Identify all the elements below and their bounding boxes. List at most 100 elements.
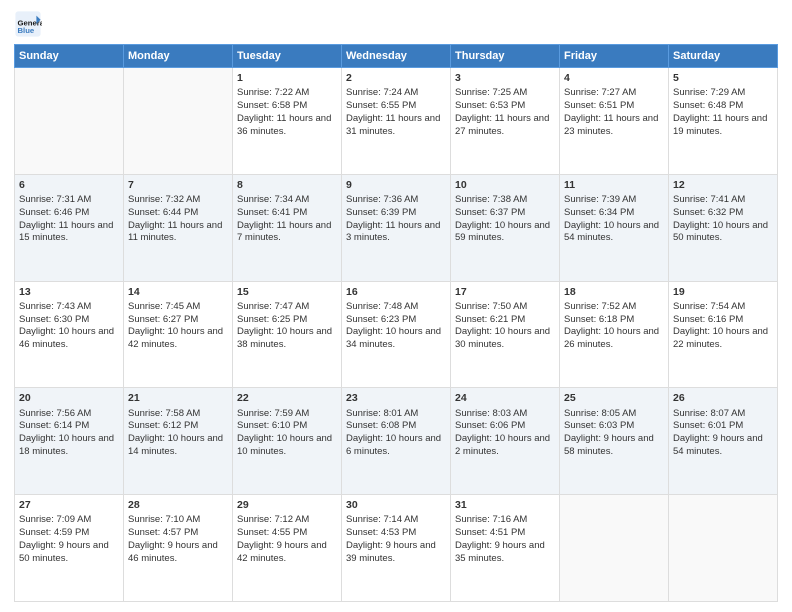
daylight-text: Daylight: 10 hours and 30 minutes. (455, 326, 555, 352)
calendar-cell: 15Sunrise: 7:47 AMSunset: 6:25 PMDayligh… (233, 281, 342, 388)
cell-content: 20Sunrise: 7:56 AMSunset: 6:14 PMDayligh… (19, 391, 119, 458)
calendar-cell: 13Sunrise: 7:43 AMSunset: 6:30 PMDayligh… (15, 281, 124, 388)
daylight-text: Daylight: 10 hours and 26 minutes. (564, 326, 664, 352)
cell-content: 18Sunrise: 7:52 AMSunset: 6:18 PMDayligh… (564, 285, 664, 352)
daylight-text: Daylight: 11 hours and 7 minutes. (237, 220, 337, 246)
calendar-cell: 4Sunrise: 7:27 AMSunset: 6:51 PMDaylight… (560, 68, 669, 175)
day-number: 19 (673, 285, 773, 299)
day-number: 17 (455, 285, 555, 299)
header: General Blue (14, 10, 778, 38)
weekday-header-wednesday: Wednesday (342, 45, 451, 68)
sunrise-text: Sunrise: 7:16 AM (455, 514, 555, 527)
calendar-cell: 10Sunrise: 7:38 AMSunset: 6:37 PMDayligh… (451, 174, 560, 281)
calendar: SundayMondayTuesdayWednesdayThursdayFrid… (14, 44, 778, 602)
cell-content: 14Sunrise: 7:45 AMSunset: 6:27 PMDayligh… (128, 285, 228, 352)
sunrise-text: Sunrise: 7:10 AM (128, 514, 228, 527)
page: General Blue SundayMondayTuesdayWednesda… (0, 0, 792, 612)
weekday-header-row: SundayMondayTuesdayWednesdayThursdayFrid… (15, 45, 778, 68)
sunset-text: Sunset: 6:41 PM (237, 207, 337, 220)
calendar-cell: 5Sunrise: 7:29 AMSunset: 6:48 PMDaylight… (669, 68, 778, 175)
calendar-cell: 6Sunrise: 7:31 AMSunset: 6:46 PMDaylight… (15, 174, 124, 281)
sunset-text: Sunset: 6:16 PM (673, 314, 773, 327)
sunrise-text: Sunrise: 7:41 AM (673, 194, 773, 207)
cell-content: 9Sunrise: 7:36 AMSunset: 6:39 PMDaylight… (346, 178, 446, 245)
cell-content: 23Sunrise: 8:01 AMSunset: 6:08 PMDayligh… (346, 391, 446, 458)
calendar-cell: 27Sunrise: 7:09 AMSunset: 4:59 PMDayligh… (15, 495, 124, 602)
week-row-2: 6Sunrise: 7:31 AMSunset: 6:46 PMDaylight… (15, 174, 778, 281)
day-number: 7 (128, 178, 228, 192)
calendar-cell: 19Sunrise: 7:54 AMSunset: 6:16 PMDayligh… (669, 281, 778, 388)
sunrise-text: Sunrise: 7:27 AM (564, 87, 664, 100)
calendar-cell: 24Sunrise: 8:03 AMSunset: 6:06 PMDayligh… (451, 388, 560, 495)
sunrise-text: Sunrise: 7:58 AM (128, 408, 228, 421)
cell-content: 25Sunrise: 8:05 AMSunset: 6:03 PMDayligh… (564, 391, 664, 458)
sunset-text: Sunset: 6:55 PM (346, 100, 446, 113)
sunset-text: Sunset: 6:06 PM (455, 420, 555, 433)
calendar-cell: 1Sunrise: 7:22 AMSunset: 6:58 PMDaylight… (233, 68, 342, 175)
sunset-text: Sunset: 6:32 PM (673, 207, 773, 220)
cell-content: 22Sunrise: 7:59 AMSunset: 6:10 PMDayligh… (237, 391, 337, 458)
sunrise-text: Sunrise: 7:43 AM (19, 301, 119, 314)
sunrise-text: Sunrise: 7:59 AM (237, 408, 337, 421)
day-number: 4 (564, 71, 664, 85)
sunrise-text: Sunrise: 7:14 AM (346, 514, 446, 527)
sunset-text: Sunset: 6:01 PM (673, 420, 773, 433)
daylight-text: Daylight: 10 hours and 42 minutes. (128, 326, 228, 352)
daylight-text: Daylight: 10 hours and 46 minutes. (19, 326, 119, 352)
day-number: 3 (455, 71, 555, 85)
sunrise-text: Sunrise: 7:29 AM (673, 87, 773, 100)
week-row-1: 1Sunrise: 7:22 AMSunset: 6:58 PMDaylight… (15, 68, 778, 175)
daylight-text: Daylight: 11 hours and 15 minutes. (19, 220, 119, 246)
sunrise-text: Sunrise: 7:38 AM (455, 194, 555, 207)
daylight-text: Daylight: 9 hours and 42 minutes. (237, 540, 337, 566)
daylight-text: Daylight: 10 hours and 14 minutes. (128, 433, 228, 459)
daylight-text: Daylight: 9 hours and 39 minutes. (346, 540, 446, 566)
sunset-text: Sunset: 6:08 PM (346, 420, 446, 433)
day-number: 18 (564, 285, 664, 299)
sunrise-text: Sunrise: 7:09 AM (19, 514, 119, 527)
sunset-text: Sunset: 6:53 PM (455, 100, 555, 113)
calendar-cell: 28Sunrise: 7:10 AMSunset: 4:57 PMDayligh… (124, 495, 233, 602)
daylight-text: Daylight: 11 hours and 19 minutes. (673, 113, 773, 139)
svg-text:Blue: Blue (18, 26, 35, 35)
day-number: 14 (128, 285, 228, 299)
sunrise-text: Sunrise: 7:12 AM (237, 514, 337, 527)
calendar-cell: 7Sunrise: 7:32 AMSunset: 6:44 PMDaylight… (124, 174, 233, 281)
cell-content: 10Sunrise: 7:38 AMSunset: 6:37 PMDayligh… (455, 178, 555, 245)
calendar-cell (669, 495, 778, 602)
sunrise-text: Sunrise: 7:24 AM (346, 87, 446, 100)
sunrise-text: Sunrise: 7:25 AM (455, 87, 555, 100)
week-row-5: 27Sunrise: 7:09 AMSunset: 4:59 PMDayligh… (15, 495, 778, 602)
sunrise-text: Sunrise: 7:56 AM (19, 408, 119, 421)
cell-content: 15Sunrise: 7:47 AMSunset: 6:25 PMDayligh… (237, 285, 337, 352)
sunrise-text: Sunrise: 7:39 AM (564, 194, 664, 207)
sunrise-text: Sunrise: 7:36 AM (346, 194, 446, 207)
cell-content: 28Sunrise: 7:10 AMSunset: 4:57 PMDayligh… (128, 498, 228, 565)
sunset-text: Sunset: 6:12 PM (128, 420, 228, 433)
daylight-text: Daylight: 10 hours and 50 minutes. (673, 220, 773, 246)
day-number: 16 (346, 285, 446, 299)
sunrise-text: Sunrise: 7:34 AM (237, 194, 337, 207)
weekday-header-saturday: Saturday (669, 45, 778, 68)
cell-content: 8Sunrise: 7:34 AMSunset: 6:41 PMDaylight… (237, 178, 337, 245)
day-number: 10 (455, 178, 555, 192)
sunrise-text: Sunrise: 7:52 AM (564, 301, 664, 314)
day-number: 12 (673, 178, 773, 192)
daylight-text: Daylight: 9 hours and 50 minutes. (19, 540, 119, 566)
cell-content: 17Sunrise: 7:50 AMSunset: 6:21 PMDayligh… (455, 285, 555, 352)
sunset-text: Sunset: 6:25 PM (237, 314, 337, 327)
sunset-text: Sunset: 4:59 PM (19, 527, 119, 540)
sunset-text: Sunset: 6:14 PM (19, 420, 119, 433)
cell-content: 7Sunrise: 7:32 AMSunset: 6:44 PMDaylight… (128, 178, 228, 245)
sunset-text: Sunset: 6:30 PM (19, 314, 119, 327)
sunset-text: Sunset: 6:44 PM (128, 207, 228, 220)
cell-content: 27Sunrise: 7:09 AMSunset: 4:59 PMDayligh… (19, 498, 119, 565)
day-number: 1 (237, 71, 337, 85)
daylight-text: Daylight: 11 hours and 11 minutes. (128, 220, 228, 246)
calendar-cell: 16Sunrise: 7:48 AMSunset: 6:23 PMDayligh… (342, 281, 451, 388)
sunrise-text: Sunrise: 7:47 AM (237, 301, 337, 314)
daylight-text: Daylight: 11 hours and 31 minutes. (346, 113, 446, 139)
day-number: 21 (128, 391, 228, 405)
calendar-cell: 25Sunrise: 8:05 AMSunset: 6:03 PMDayligh… (560, 388, 669, 495)
cell-content: 21 Sunrise: 7:58 AMSunset: 6:12 PMDayligh… (128, 391, 228, 458)
